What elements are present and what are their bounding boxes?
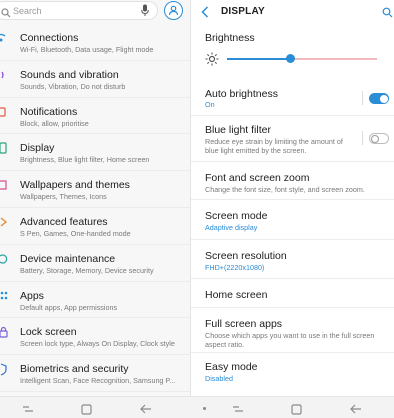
settings-item-title: Advanced features [20,215,108,228]
settings-item-sounds[interactable]: Sounds and vibration Sounds, Vibration, … [0,61,190,98]
display-header: DISPLAY [191,0,394,24]
settings-item-subtitle: Screen lock type, Always On Display, Clo… [20,339,175,349]
settings-item-title: Connections [20,32,79,44]
person-icon [168,5,179,16]
search-input[interactable]: Search [0,1,158,20]
blue-light-filter-description: Reduce eye strain by limiting the amount… [205,137,343,155]
settings-item-notifications[interactable]: Notifications Block, allow, prioritise [0,98,190,135]
easy-mode-item[interactable]: Easy mode Disabled [191,353,394,393]
font-screen-zoom-description: Change the font size, font style, and sc… [205,185,365,194]
search-icon [1,5,11,23]
settings-list: Connections Wi-Fi, Bluetooth, Data usage… [0,24,190,392]
settings-item-title: Wallpapers and themes [20,179,130,192]
screen-resolution-item[interactable]: Screen resolution FHD+(2220x1080) [191,240,394,279]
full-screen-apps-item[interactable]: Full screen apps Choose which apps you w… [191,308,394,353]
blue-light-filter-title: Blue light filter [205,124,271,136]
screen-mode-value: Adaptive display [205,223,258,232]
brightness-section: Brightness [191,28,394,74]
advanced-features-icon [0,215,8,229]
home-icon[interactable] [291,402,302,418]
item-divider [362,91,363,105]
settings-item-title: Display [20,142,55,155]
settings-item-display[interactable]: Display Brightness, Blue light filter, H… [0,134,190,172]
settings-item-subtitle: Sounds, Vibration, Do not disturb [20,81,126,91]
easy-mode-title: Easy mode [205,361,258,373]
item-divider [362,131,363,145]
settings-item-subtitle: Default apps, App permissions [20,302,118,312]
page-title: DISPLAY [221,6,265,17]
microphone-icon[interactable] [141,4,149,22]
blue-light-filter-item[interactable]: Blue light filter Reduce eye strain by l… [191,116,394,162]
auto-brightness-toggle[interactable] [369,93,389,104]
settings-item-subtitle: Wallpapers, Themes, Icons [20,192,107,202]
auto-brightness-item[interactable]: Auto brightness On [191,80,394,116]
display-pane: DISPLAY Brightness Auto brightness On Bl… [190,0,394,418]
settings-item-title: Lock screen [20,326,77,339]
full-screen-apps-description: Choose which apps you want to use in the… [205,331,375,349]
settings-item-subtitle: Block, allow, prioritise [20,118,89,128]
settings-item-title: Apps [20,289,44,302]
font-screen-zoom-title: Font and screen zoom [205,172,310,184]
display-icon [0,141,8,155]
search-placeholder: Search [13,6,42,16]
screen-mode-title: Screen mode [205,210,268,222]
settings-item-wallpapers[interactable]: Wallpapers and themes Wallpapers, Themes… [0,171,190,208]
home-icon[interactable] [81,402,92,418]
settings-item-apps[interactable]: Apps Default apps, App permissions [0,282,190,319]
screen-resolution-value: FHD+(2220x1080) [205,263,265,272]
settings-item-connections[interactable]: Connections Wi-Fi, Bluetooth, Data usage… [0,24,190,61]
settings-item-subtitle: Wi-Fi, Bluetooth, Data usage, Flight mod… [20,45,154,54]
home-screen-title: Home screen [205,289,268,301]
brightness-slider[interactable] [227,54,377,63]
nav-dot-icon [203,407,206,410]
home-screen-item[interactable]: Home screen [191,279,394,308]
navigation-bar [0,396,394,418]
back-icon[interactable] [350,402,362,418]
brightness-slider-fill [227,58,290,60]
settings-item-subtitle: Battery, Storage, Memory, Device securit… [20,265,154,275]
blue-light-filter-toggle[interactable] [369,133,389,144]
brightness-label: Brightness [205,32,255,44]
lock-screen-icon [0,325,8,339]
settings-item-subtitle: Brightness, Blue light filter, Home scre… [20,155,150,165]
settings-pane: Search Connections Wi-Fi, Bluetooth, Dat… [0,0,190,418]
settings-item-subtitle: Intelligent Scan, Face Recognition, Sams… [20,376,176,386]
settings-item-biometrics[interactable]: Biometrics and security Intelligent Scan… [0,355,190,392]
auto-brightness-status: On [205,100,215,109]
settings-item-title: Biometrics and security [20,363,129,376]
wallpaper-icon [0,178,8,192]
apps-icon [0,289,8,303]
settings-item-subtitle: S Pen, Games, One-handed mode [20,228,131,238]
brightness-slider-thumb[interactable] [285,54,295,63]
auto-brightness-title: Auto brightness [205,88,278,100]
settings-item-advanced-features[interactable]: Advanced features S Pen, Games, One-hand… [0,208,190,245]
recents-icon[interactable] [22,402,34,418]
display-options-list: Auto brightness On Blue light filter Red… [191,80,394,393]
settings-item-title: Device maintenance [20,252,116,265]
toggle-knob [380,94,388,103]
full-screen-apps-title: Full screen apps [205,318,283,330]
screen-resolution-title: Screen resolution [205,250,287,262]
notifications-icon [0,105,8,119]
settings-item-title: Notifications [20,105,78,118]
biometrics-icon [0,362,8,376]
sound-icon [0,68,8,82]
back-icon[interactable] [140,402,152,418]
search-bar: Search [0,0,190,22]
connections-icon [0,31,8,45]
recents-icon[interactable] [232,402,244,418]
settings-item-title: Sounds and vibration [20,68,119,81]
screen-mode-item[interactable]: Screen mode Adaptive display [191,200,394,240]
font-screen-zoom-item[interactable]: Font and screen zoom Change the font siz… [191,162,394,200]
search-icon[interactable] [382,5,393,23]
device-maintenance-icon [0,252,8,266]
settings-item-lock-screen[interactable]: Lock screen Screen lock type, Always On … [0,318,190,356]
toggle-knob [371,135,379,143]
profile-button[interactable] [164,1,183,20]
back-arrow-icon[interactable] [201,5,209,23]
brightness-sun-icon [205,52,219,71]
easy-mode-value: Disabled [205,374,233,383]
settings-item-device-maintenance[interactable]: Device maintenance Battery, Storage, Mem… [0,245,190,282]
